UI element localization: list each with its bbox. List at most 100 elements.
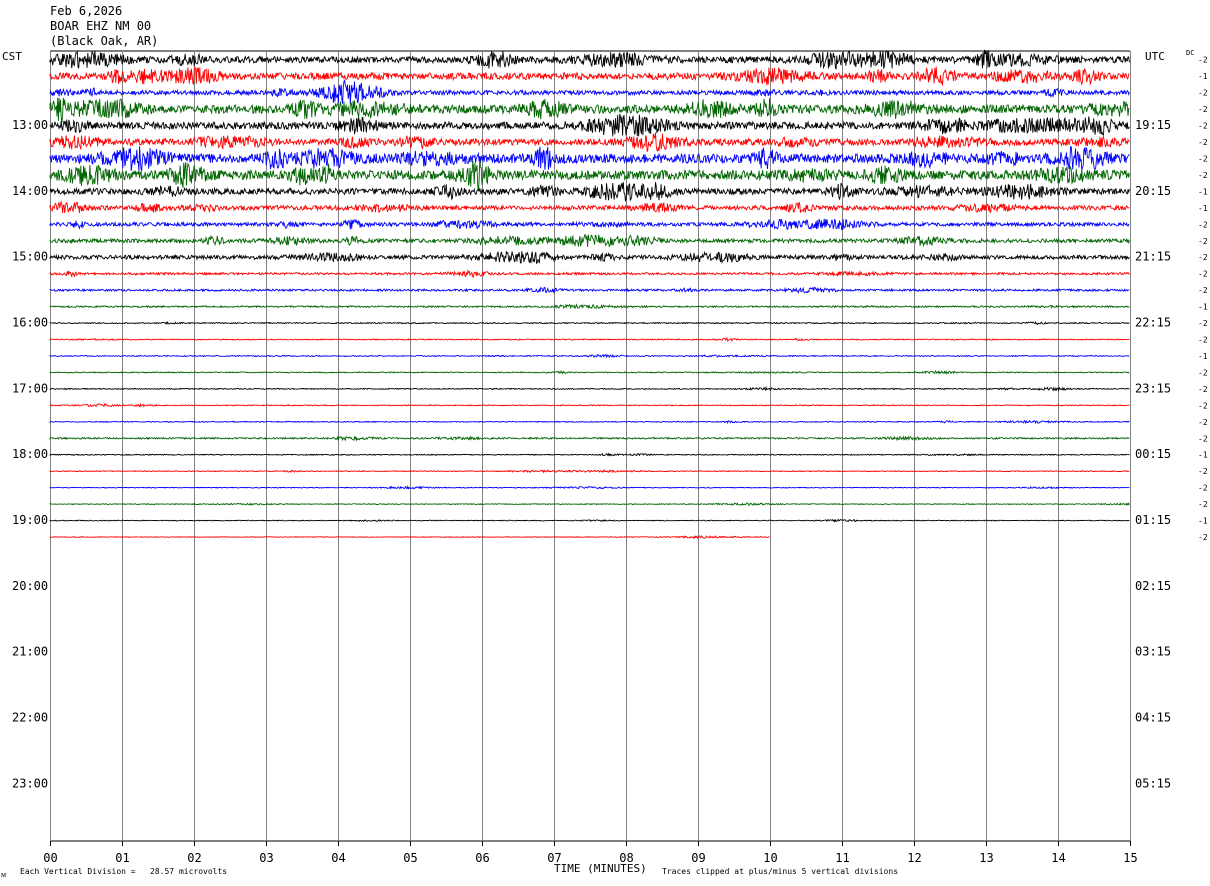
left-hour-label: 16:00 [12, 316, 48, 330]
dc-offset-label: -2 [1198, 89, 1208, 98]
left-hour-label: 20:00 [12, 579, 48, 593]
right-hour-label: 22:15 [1135, 316, 1171, 330]
right-hour-label: 05:15 [1135, 776, 1171, 790]
right-hour-label: 02:15 [1135, 579, 1171, 593]
seismic-trace-row [49, 469, 1130, 474]
seismic-trace-row [49, 369, 1130, 375]
left-hour-label: 18:00 [12, 447, 48, 461]
dc-offset-label: -2 [1198, 122, 1208, 131]
x-tick-label: 09 [691, 851, 705, 865]
seismogram-plot: 00 01 02 03 04 05 06 07 08 09 10 11 12 13 14 1513:0014:… [12, 49, 1208, 865]
scale-note: Each Vertical Division = 28.57 microvolt… [20, 867, 228, 876]
seismic-trace-row [49, 518, 1130, 523]
dc-offset-label: -2 [1198, 484, 1208, 493]
clip-note: Traces clipped at plus/minus 5 vertical … [662, 867, 899, 876]
x-tick-label: 11 [835, 851, 849, 865]
x-tick-label: 02 [187, 851, 201, 865]
seismic-trace-row [49, 485, 1130, 490]
seismic-trace-row [49, 286, 1130, 294]
x-tick-label: 15 [1123, 851, 1137, 865]
x-tick-label: 14 [1051, 851, 1065, 865]
dc-offset-label: -2 [1198, 138, 1208, 147]
seismic-trace-row [49, 385, 1130, 392]
dc-offset-label: -1 [1198, 352, 1208, 361]
dc-offset-label: -1 [1198, 451, 1208, 460]
left-hour-label: 14:00 [12, 184, 48, 198]
seismic-trace-row [49, 218, 1130, 231]
dc-offset-label: -1 [1198, 204, 1208, 213]
right-hour-label: 21:15 [1135, 250, 1171, 264]
x-tick-label: 06 [475, 851, 489, 865]
seismic-trace-row [49, 534, 770, 540]
dc-offset-label: -2 [1198, 401, 1208, 410]
x-tick-label: 13 [979, 851, 993, 865]
right-hour-label: 03:15 [1135, 645, 1171, 659]
dc-offset-label: -2 [1198, 336, 1208, 345]
seismic-trace-row [49, 419, 1130, 425]
left-hour-label: 13:00 [12, 118, 48, 132]
right-hour-label: 00:15 [1135, 447, 1171, 461]
right-hour-label: 04:15 [1135, 711, 1171, 725]
left-hour-label: 15:00 [12, 250, 48, 264]
dc-offset-label: -2 [1198, 220, 1208, 229]
x-axis-label: TIME (MINUTES) [554, 862, 647, 875]
seismic-trace-row [49, 269, 1130, 278]
seismic-trace-row [49, 113, 1130, 137]
seismic-trace-row [49, 66, 1130, 86]
dc-offset-label: -2 [1198, 286, 1208, 295]
seismic-trace-row [49, 250, 1130, 265]
dc-offset-label: -1 [1198, 72, 1208, 81]
dc-offset-label: -1 [1198, 187, 1208, 196]
seismic-trace-row [49, 321, 1130, 326]
right-hour-label: 01:15 [1135, 513, 1171, 527]
dc-offset-label: -2 [1198, 385, 1208, 394]
seismic-trace-row [49, 435, 1130, 442]
dc-offset-label: -2 [1198, 368, 1208, 377]
right-hour-label: 20:15 [1135, 184, 1171, 198]
dc-offset-label: -2 [1198, 533, 1208, 542]
dc-offset-label: -2 [1198, 467, 1208, 476]
dc-offset-label: -2 [1198, 270, 1208, 279]
x-tick-label: 03 [259, 851, 273, 865]
left-hour-label: 21:00 [12, 645, 48, 659]
seismic-trace-row [49, 132, 1130, 153]
seismic-trace-row [49, 303, 1130, 310]
x-tick-label: 01 [115, 851, 129, 865]
seismic-trace-row [49, 200, 1130, 214]
x-tick-label: 10 [763, 851, 777, 865]
seismic-trace-row [49, 159, 1130, 191]
dc-offset-label: -1 [1198, 517, 1208, 526]
seismic-trace-row [49, 49, 1130, 70]
dc-offset-label: -2 [1198, 418, 1208, 427]
seismic-trace-row [49, 502, 1130, 506]
seismic-trace-row [49, 97, 1130, 123]
dc-offset-label: -2 [1198, 500, 1208, 509]
left-hour-label: 22:00 [12, 711, 48, 725]
dc-offset-label: -2 [1198, 171, 1208, 180]
left-hour-label: 19:00 [12, 513, 48, 527]
x-tick-label: 12 [907, 851, 921, 865]
seismic-trace-row [49, 145, 1130, 173]
dc-offset-label: -2 [1198, 253, 1208, 262]
right-hour-label: 19:15 [1135, 118, 1171, 132]
x-tick-label: 05 [403, 851, 417, 865]
seismic-trace-row [49, 353, 1130, 359]
right-hour-label: 23:15 [1135, 381, 1171, 395]
dc-offset-label: -1 [1198, 303, 1208, 312]
seismic-trace-row [49, 79, 1130, 105]
seismic-trace-row [49, 234, 1130, 248]
dc-offset-label: -2 [1198, 154, 1208, 163]
x-tick-label: 00 [43, 851, 57, 865]
dc-offset-label: -2 [1198, 319, 1208, 328]
corner-mark: ᴍ [1, 870, 7, 879]
seismic-trace-row [49, 336, 1130, 342]
left-hour-label: 23:00 [12, 776, 48, 790]
dc-offset-label: -2 [1198, 434, 1208, 443]
left-hour-label: 17:00 [12, 381, 48, 395]
seismic-trace-row [49, 452, 1130, 457]
seismic-trace-row [49, 182, 1130, 203]
x-tick-label: 04 [331, 851, 345, 865]
dc-offset-label: -2 [1198, 237, 1208, 246]
seismic-trace-row [49, 402, 1130, 408]
dc-offset-label: -2 [1198, 56, 1208, 65]
